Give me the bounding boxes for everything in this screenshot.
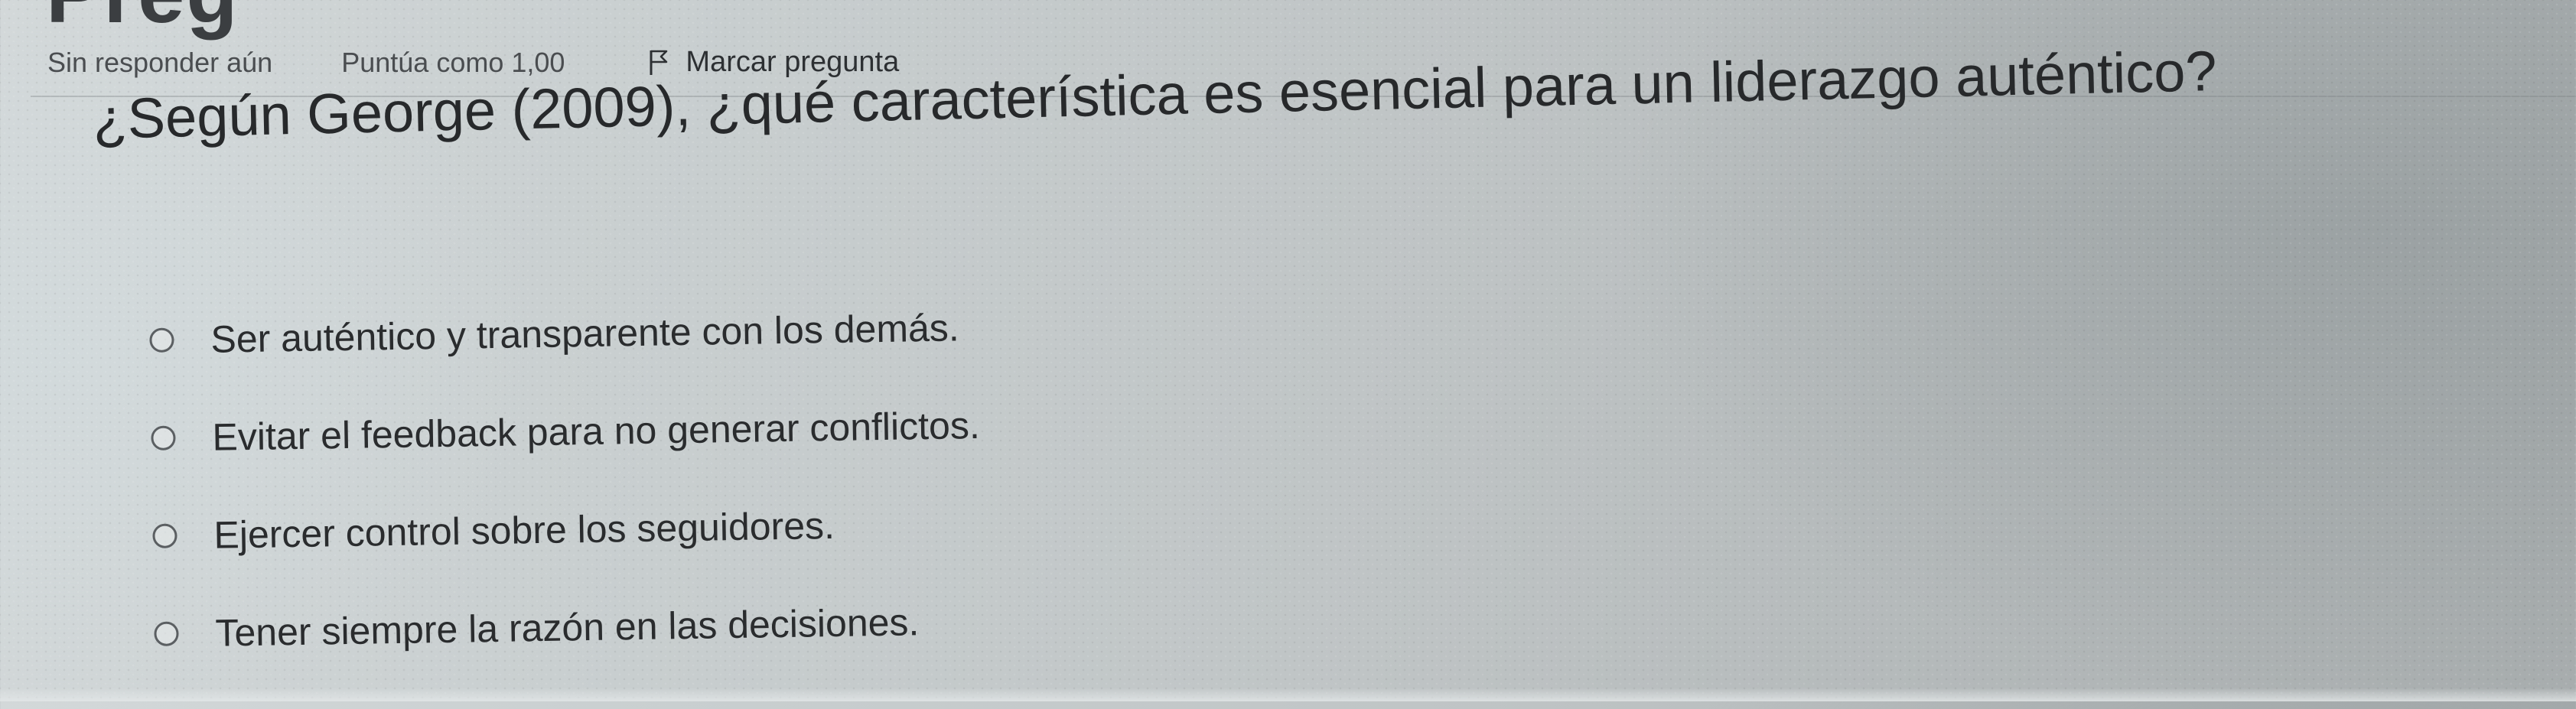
answer-option-label[interactable]: Evitar el feedback para no generar confl… <box>212 403 980 460</box>
answer-option-label[interactable]: Ejercer control sobre los seguidores. <box>213 503 835 558</box>
question-text: ¿Según George (2009), ¿qué característic… <box>92 38 2218 151</box>
answer-option-label[interactable]: Tener siempre la razón en las decisiones… <box>215 600 920 655</box>
radio-circle-icon[interactable] <box>151 425 176 450</box>
answer-option-b[interactable]: Evitar el feedback para no generar confl… <box>151 402 980 461</box>
answer-options: Ser auténtico y transparente con los dem… <box>149 304 984 709</box>
screen-bottom-edge <box>0 688 2576 701</box>
radio-circle-icon[interactable] <box>149 327 174 353</box>
page-heading-fragment: Preg <box>46 0 239 42</box>
answer-option-a[interactable]: Ser auténtico y transparente con los dem… <box>149 304 979 363</box>
radio-circle-icon[interactable] <box>152 523 177 548</box>
answer-option-label[interactable]: Ser auténtico y transparente con los dem… <box>210 305 959 361</box>
answer-option-d[interactable]: Tener siempre la razón en las decisiones… <box>154 598 983 657</box>
radio-circle-icon[interactable] <box>154 621 179 646</box>
answer-option-c[interactable]: Ejercer control sobre los seguidores. <box>152 500 982 559</box>
